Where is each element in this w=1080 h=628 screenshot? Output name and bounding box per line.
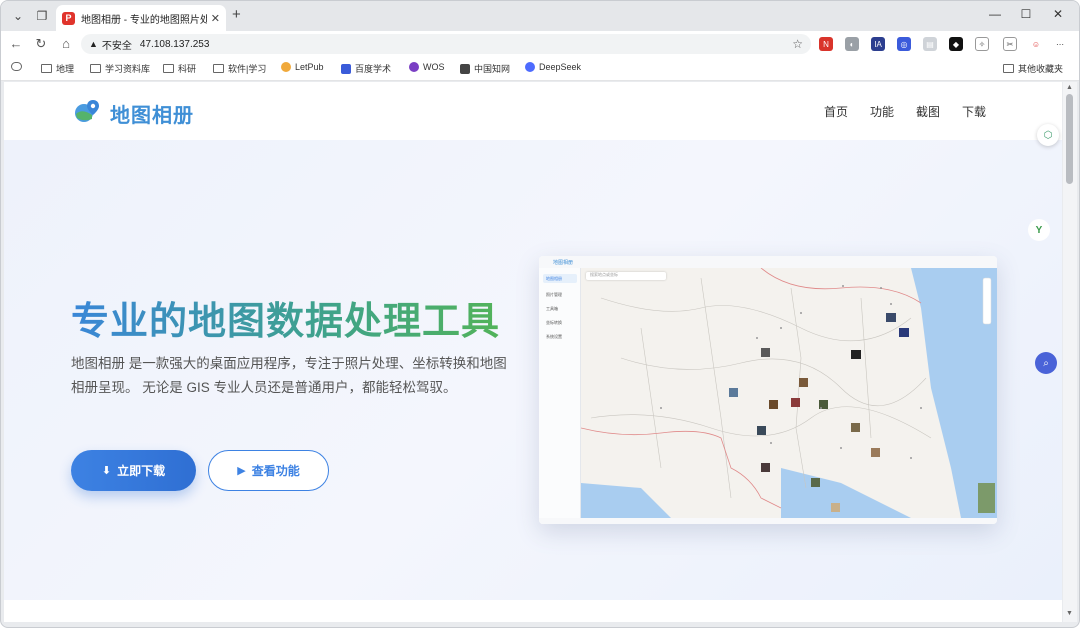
window-close-icon[interactable]: ✕ [1048,7,1068,21]
nav-link-screenshots[interactable]: 截图 [916,103,940,120]
refresh-icon[interactable]: ↻ [32,36,50,52]
browser-tab-active[interactable]: P 地图相册 - 专业的地图照片处理工 ✕ [56,5,226,31]
url-text: 47.108.137.253 [139,38,210,50]
letpub-icon [281,62,291,72]
page-scrollbar[interactable]: ▲ ▼ [1063,82,1077,622]
nav-link-download[interactable]: 下载 [962,103,986,120]
workspaces-icon[interactable]: ❐ [31,6,53,26]
site-nav: 首页 功能 截图 下载 [824,103,986,120]
tab-close-icon[interactable]: ✕ [211,12,220,25]
preview-search-box: 搜索地点或坐标 [586,272,666,280]
bookmark-baidu-scholar[interactable]: 百度学术 [341,62,391,75]
bookmark-letpub[interactable]: LetPub [281,62,324,72]
play-circle-icon: ▶ [237,465,246,477]
bookmark-folder-research[interactable]: 科研 [163,62,196,75]
bookmark-folder-study[interactable]: 学习资料库 [90,62,150,75]
profile-icon[interactable]: ☺ [1029,37,1043,51]
view-features-button-label: 查看功能 [251,464,300,478]
preview-sidebar-item: 照片管理 [546,291,562,297]
minimize-icon[interactable]: — [985,7,1005,21]
folder-icon [41,64,52,73]
address-bar[interactable]: ▲ 不安全 47.108.137.253 ☆ [81,34,811,54]
back-icon[interactable]: ← [7,36,25,51]
tab-strip: ⌄ ❐ P 地图相册 - 专业的地图照片处理工 ✕ + — ☐ ✕ [1,1,1079,31]
bookmark-deepseek[interactable]: DeepSeek [525,62,581,72]
view-features-button[interactable]: ▶ 查看功能 [208,450,329,491]
folder-icon [1003,64,1014,73]
maximize-icon[interactable]: ☐ [1016,7,1036,21]
floating-cube-icon[interactable]: ⬡ [1037,124,1059,146]
extension-circle-icon[interactable]: ◐ [845,37,859,51]
floating-y-icon[interactable]: Y [1028,219,1050,241]
extension-dark-icon[interactable]: ◆ [949,37,963,51]
scroll-down-icon[interactable]: ▼ [1066,610,1073,617]
folder-icon [163,64,174,73]
download-button[interactable]: ⬇ 立即下载 [71,450,196,491]
nav-link-features[interactable]: 功能 [870,103,894,120]
bookmark-folder-geography[interactable]: 地理 [41,62,74,75]
map-logo-icon[interactable] [74,98,100,124]
extension-doc-icon[interactable]: ▤ [923,37,937,51]
favorite-star-icon[interactable]: ☆ [792,37,803,51]
hero-title: 专业的地图数据处理工具 [71,290,500,345]
tab-title: 地图相册 - 专业的地图照片处理工 [81,14,207,26]
site-logo-text[interactable]: 地图相册 [110,99,194,128]
preview-map [581,268,997,518]
preview-sidebar-item: 工具箱 [546,305,558,311]
screenshot-icon[interactable]: ✂ [1003,37,1017,51]
cnki-icon [460,63,470,74]
favicon-icon: P [62,11,75,25]
app-screenshot-preview: 地图相册 地图相册 照片管理 工具箱 坐标转换 系统设置 搜索地点或坐标 [539,256,997,524]
bookmark-folder-software[interactable]: 软件|学习 [213,62,266,75]
scroll-up-icon[interactable]: ▲ [1066,84,1073,91]
hero-section: 专业的地图数据处理工具 地图相册 是一款强大的桌面应用程序，专注于照片处理、坐标… [4,140,1062,600]
preview-titlebar: 地图相册 [539,256,997,268]
preview-sidebar: 地图相册 照片管理 工具箱 坐标转换 系统设置 [539,268,581,524]
new-tab-icon[interactable]: + [232,6,241,23]
scroll-thumb[interactable] [1066,94,1073,184]
extensions-puzzle-icon[interactable]: ✧ [975,37,989,51]
preview-statusbar [539,518,997,524]
navigation-bar: ← ↻ ⌂ ▲ 不安全 47.108.137.253 ☆ N ◐ IA ◎ ▤ … [1,31,1079,57]
security-status[interactable]: 不安全 [102,37,132,52]
bookmark-wos[interactable]: WOS [409,62,445,72]
page-viewport: 地图相册 首页 功能 截图 下载 专业的地图数据处理工具 地图相册 是一款强大的… [4,82,1062,622]
download-icon: ⬇ [101,465,112,477]
deepseek-icon [525,62,535,72]
extension-ia-icon[interactable]: IA [871,37,885,51]
preview-app-title: 地图相册 [553,260,574,266]
extension-square-icon[interactable]: ◎ [897,37,911,51]
tab-list-chevron-icon[interactable]: ⌄ [7,6,29,26]
site-header: 地图相册 首页 功能 截图 下载 [4,82,1062,140]
browser-window: ⌄ ❐ P 地图相册 - 专业的地图照片处理工 ✕ + — ☐ ✕ ← ↻ ⌂ … [0,0,1080,628]
preview-sidebar-item: 地图相册 [543,274,577,283]
preview-sidebar-item: 坐标转换 [546,319,562,325]
bookmarks-bar: 地理 学习资料库 科研 软件|学习 LetPub 百度学术 WOS 中国知网 D… [1,57,1079,81]
preview-sidebar-item: 系统设置 [546,333,562,339]
extension-new-icon[interactable]: N [819,37,833,51]
wos-icon [409,62,419,72]
bookmark-other-folder[interactable]: 其他收藏夹 [1003,62,1063,75]
baidu-icon [341,63,351,74]
folder-icon [213,64,224,73]
home-icon[interactable]: ⌂ [57,36,75,51]
more-menu-icon[interactable]: ⋯ [1053,37,1067,51]
nav-link-home[interactable]: 首页 [824,103,848,120]
bookmark-cnki[interactable]: 中国知网 [460,62,510,75]
folder-icon [90,64,101,73]
download-button-label: 立即下载 [117,464,166,478]
floating-search-icon[interactable]: ⌕ [1035,352,1057,374]
hero-description: 地图相册 是一款强大的桌面应用程序，专注于照片处理、坐标转换和地图相册呈现。 无… [71,356,507,395]
warning-icon: ▲ [89,39,98,49]
bookmarks-manager-icon[interactable] [11,62,26,71]
